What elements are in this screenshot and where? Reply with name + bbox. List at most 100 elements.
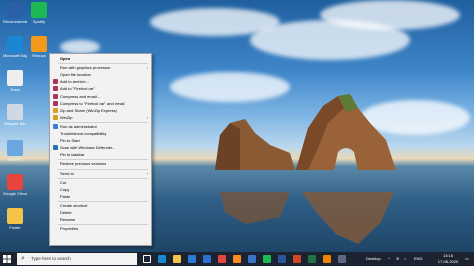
menu-item-label: Open file location — [60, 72, 91, 78]
menu-item-label: Pin to Start — [60, 138, 80, 144]
desktop-icon[interactable]: Recuva — [27, 36, 51, 58]
desktop-toolbar-label[interactable]: Desktop — [366, 256, 381, 262]
clock-date[interactable]: 17-08-2020 — [432, 259, 464, 264]
menu-item-icon — [53, 100, 58, 106]
powerpoint-icon[interactable] — [293, 255, 301, 263]
rock-reflection — [220, 192, 290, 224]
desktop-icon[interactable]: Folder — [3, 208, 27, 230]
firefox-icon[interactable] — [233, 255, 241, 263]
desktop-icon-image — [31, 36, 47, 52]
context-menu-item[interactable]: Properties — [50, 226, 151, 232]
desktop-icon-image — [31, 2, 47, 18]
desktop-icon[interactable]: Recycle Bin — [3, 104, 27, 126]
network-icon[interactable]: ≋ — [396, 256, 399, 262]
context-menu-item[interactable]: Copy — [50, 187, 151, 193]
chrome-icon[interactable] — [218, 255, 226, 263]
arch-reflection — [302, 192, 394, 244]
small-rock-formation — [215, 119, 295, 170]
desktop-icon-image — [7, 174, 23, 190]
menu-item-label: Copy — [60, 186, 70, 192]
desktop-icon-image — [7, 104, 23, 120]
menu-item-label: Paste — [60, 193, 71, 199]
desktop-icon[interactable]: Docs — [3, 70, 27, 92]
menu-item-icon — [53, 107, 58, 113]
cloud — [320, 0, 460, 30]
menu-item-label: Send to — [60, 170, 74, 176]
word-icon[interactable] — [278, 255, 286, 263]
spotify-icon[interactable] — [263, 255, 271, 263]
context-menu-item[interactable]: Add to archive... — [50, 79, 151, 85]
context-menu-item[interactable]: Delete — [50, 210, 151, 216]
notification-icon[interactable]: ▭ — [465, 256, 469, 262]
context-menu-item[interactable]: Restore previous versions — [50, 161, 151, 167]
context-menu-item[interactable]: Run with graphics processor › — [50, 65, 151, 71]
menu-item-label: Add to "FirefoxI.rar" — [60, 86, 95, 92]
context-menu-item[interactable]: Open — [50, 56, 151, 62]
menu-item-label: Pin to taskbar — [60, 152, 85, 158]
context-menu-item[interactable]: Compress to "FirefoxI.rar" and email — [50, 100, 151, 107]
tray-arrows-icon[interactable]: ^ — [388, 256, 390, 262]
context-menu: Open Run with graphics processor › Open fil… — [49, 53, 152, 246]
menu-item-label: Scan with Windows Defender... — [60, 145, 116, 151]
search-box[interactable]: ⌕ Type here to search — [17, 253, 137, 265]
context-menu-item[interactable]: Paste — [50, 194, 151, 200]
menu-separator — [58, 177, 148, 179]
submenu-arrow-icon: › — [146, 65, 148, 71]
menu-item-label: Delete — [60, 210, 72, 215]
menu-item-icon — [53, 93, 58, 99]
desktop-icon-label: This PC — [7, 157, 23, 162]
menu-item-label: WinZip — [60, 114, 73, 120]
context-menu-item[interactable]: Rename — [50, 217, 151, 223]
context-menu-item[interactable]: Zip and Share (WinZip Express) — [50, 107, 151, 114]
menu-item-label: Restore previous versions — [60, 161, 107, 167]
store-icon[interactable] — [188, 255, 196, 263]
desktop-icon-label: Spotify — [32, 19, 46, 24]
desktop-icon[interactable]: Spotify — [27, 2, 51, 24]
cloud — [60, 40, 100, 54]
vlc-icon[interactable] — [323, 255, 331, 263]
context-menu-item[interactable]: Troubleshoot compatibility — [50, 131, 151, 137]
submenu-arrow-icon: › — [146, 170, 148, 176]
menu-separator — [58, 63, 148, 65]
task-view-icon[interactable] — [143, 255, 151, 263]
language-indicator[interactable]: ENG — [414, 256, 423, 262]
excel-icon[interactable] — [308, 255, 316, 263]
context-menu-item[interactable]: Run as administrator — [50, 123, 151, 130]
desktop-icon[interactable]: Google Chrome — [3, 174, 27, 196]
desktop-icon[interactable]: Recommended — [3, 2, 27, 24]
context-menu-item[interactable]: Add to "FirefoxI.rar" — [50, 86, 151, 92]
context-menu-item[interactable]: Scan with Windows Defender... — [50, 145, 151, 151]
volume-icon[interactable]: ♪ — [404, 256, 406, 262]
menu-separator — [58, 168, 148, 170]
menu-item-label: Open — [60, 56, 71, 61]
windows-start-icon[interactable] — [3, 255, 11, 263]
context-menu-item[interactable]: Send to › — [50, 171, 151, 177]
menu-item-label: Add to archive... — [60, 79, 89, 85]
context-menu-item[interactable]: Pin to Start — [50, 138, 151, 144]
desktop-icon[interactable]: Microsoft Edge — [3, 36, 27, 58]
desktop-icon-image — [7, 70, 23, 86]
context-menu-item[interactable]: WinZip › — [50, 114, 151, 121]
menu-item-label: Compress and email... — [60, 93, 101, 99]
menu-item-icon — [53, 86, 58, 92]
menu-item-label: Create shortcut — [60, 202, 88, 208]
photos-icon[interactable] — [248, 255, 256, 263]
context-menu-item[interactable]: Compress and email... — [50, 93, 151, 100]
menu-item-icon — [53, 79, 58, 85]
desktop-icon-label: Google Chrome — [3, 191, 27, 196]
menu-item-label: Cut — [60, 179, 67, 185]
desktop-icon-image — [7, 36, 23, 52]
context-menu-item[interactable]: Cut — [50, 180, 151, 186]
steam-icon[interactable] — [338, 255, 346, 263]
context-menu-item[interactable]: Pin to taskbar — [50, 152, 151, 158]
file-explorer-icon[interactable] — [173, 255, 181, 263]
clock-time[interactable]: 13:16 — [432, 253, 464, 258]
context-menu-item[interactable]: Create shortcut — [50, 203, 151, 209]
desktop-icon[interactable]: This PC — [3, 140, 27, 162]
menu-separator — [58, 224, 148, 226]
context-menu-item[interactable]: Open file location — [50, 72, 151, 78]
edge-icon[interactable] — [158, 255, 166, 263]
mail-icon[interactable] — [203, 255, 211, 263]
cloud — [170, 72, 290, 102]
desktop-icon-image — [7, 140, 23, 156]
